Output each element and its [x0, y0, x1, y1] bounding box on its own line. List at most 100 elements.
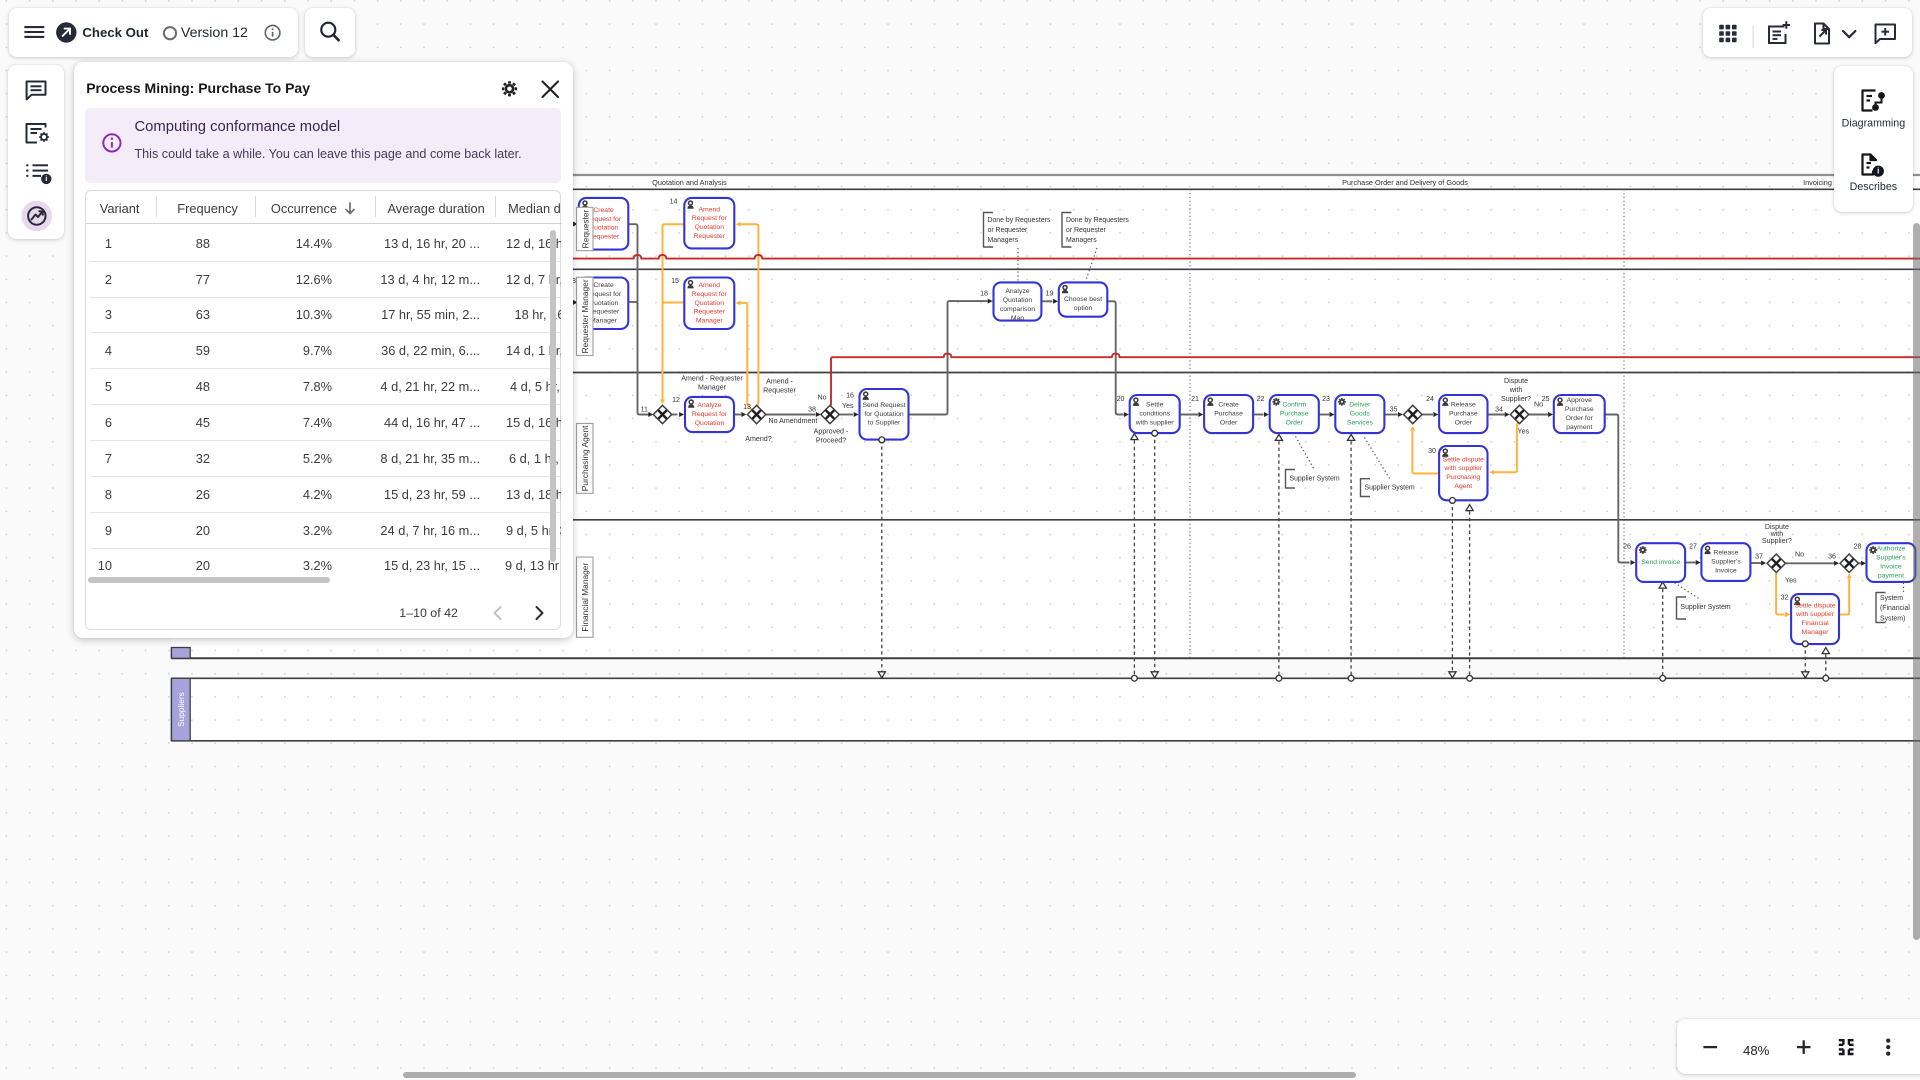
svg-text:Purchase Order and Delivery of: Purchase Order and Delivery of Goods — [1342, 178, 1468, 187]
svg-text:System): System) — [1880, 615, 1905, 622]
svg-text:No Amendment: No Amendment — [769, 417, 818, 425]
svg-text:for Quotation: for Quotation — [864, 411, 904, 418]
svg-text:Yes: Yes — [1518, 428, 1530, 436]
svg-text:Supplier?: Supplier? — [1762, 537, 1792, 545]
svg-text:Done by Requesters: Done by Requesters — [1066, 217, 1129, 224]
svg-text:Manager: Manager — [1802, 629, 1830, 636]
svg-text:Services: Services — [1347, 419, 1374, 426]
svg-text:Settle dispute: Settle dispute — [1794, 602, 1835, 609]
svg-text:Supplier's: Supplier's — [1711, 559, 1741, 566]
svg-text:Suppliers: Suppliers — [176, 692, 186, 727]
svg-text:Confirm: Confirm — [1282, 402, 1306, 409]
svg-text:Approve: Approve — [1567, 397, 1593, 404]
svg-text:Send Request: Send Request — [862, 402, 905, 409]
svg-text:20: 20 — [1117, 395, 1125, 403]
svg-text:28: 28 — [1854, 543, 1862, 551]
svg-text:option: option — [1074, 305, 1093, 312]
svg-text:Request for: Request for — [692, 291, 728, 298]
svg-text:Order: Order — [1286, 419, 1304, 426]
svg-text:or Requester: or Requester — [988, 227, 1029, 234]
svg-text:Approved -: Approved - — [814, 427, 849, 435]
svg-text:Quotation and Analysis: Quotation and Analysis — [652, 178, 727, 187]
svg-text:Diagramming: Diagramming — [1842, 118, 1906, 130]
svg-text:i: i — [1877, 167, 1879, 176]
svg-text:Purchasing Agent: Purchasing Agent — [580, 425, 590, 491]
svg-text:Supplier?: Supplier? — [1501, 395, 1531, 403]
svg-text:i: i — [45, 174, 47, 183]
svg-text:Managers: Managers — [988, 237, 1019, 244]
svg-text:Describes: Describes — [1850, 181, 1898, 193]
svg-text:Create: Create — [1218, 402, 1239, 409]
svg-text:Invoicing: Invoicing — [1803, 178, 1832, 187]
svg-text:Order: Order — [1455, 419, 1473, 426]
svg-text:23: 23 — [1322, 395, 1330, 403]
svg-text:Supplier System: Supplier System — [1290, 476, 1340, 483]
svg-text:Analyze: Analyze — [1005, 288, 1029, 295]
svg-text:Financial: Financial — [1801, 620, 1829, 627]
svg-text:Quotation: Quotation — [695, 224, 725, 231]
svg-text:Done by Requesters: Done by Requesters — [988, 217, 1051, 224]
svg-text:System: System — [1880, 595, 1903, 602]
svg-text:Dispute: Dispute — [1504, 377, 1528, 385]
svg-text:Managers: Managers — [1066, 237, 1097, 244]
svg-text:Analyze: Analyze — [697, 402, 721, 409]
svg-text:Financial Manager: Financial Manager — [580, 563, 590, 632]
svg-text:payment: payment — [1566, 424, 1592, 431]
svg-text:Quotation: Quotation — [695, 420, 725, 427]
svg-text:Amend - Requester: Amend - Requester — [681, 374, 743, 382]
svg-text:32: 32 — [1781, 593, 1789, 601]
svg-text:18: 18 — [980, 290, 988, 298]
svg-text:Create: Create — [593, 282, 614, 289]
svg-text:with: with — [1509, 386, 1523, 394]
svg-text:Requester: Requester — [763, 387, 796, 395]
svg-text:34: 34 — [1495, 406, 1503, 414]
svg-text:15: 15 — [671, 277, 679, 285]
svg-text:24: 24 — [1426, 395, 1434, 403]
svg-text:Manager: Manager — [698, 383, 727, 391]
svg-text:Yes: Yes — [1785, 576, 1797, 584]
svg-text:Amend: Amend — [699, 282, 721, 289]
svg-text:with supplier: with supplier — [1443, 465, 1483, 472]
svg-text:Amend -: Amend - — [766, 378, 793, 386]
svg-text:Deliver: Deliver — [1349, 402, 1371, 409]
svg-text:13: 13 — [743, 403, 751, 411]
svg-text:Choose best: Choose best — [1064, 296, 1102, 303]
svg-text:Authorize: Authorize — [1877, 546, 1906, 553]
svg-text:Request for: Request for — [692, 411, 728, 418]
svg-text:Release: Release — [1451, 402, 1476, 409]
svg-text:26: 26 — [1623, 543, 1631, 551]
svg-text:Purchase: Purchase — [1214, 411, 1243, 418]
svg-text:Purchasing: Purchasing — [1446, 474, 1480, 481]
svg-text:payment: payment — [1878, 572, 1904, 579]
svg-text:35: 35 — [1390, 406, 1398, 414]
svg-text:Request for: Request for — [692, 215, 728, 222]
svg-text:or Requester: or Requester — [1066, 227, 1107, 234]
svg-text:Release: Release — [1713, 550, 1738, 557]
svg-text:(Financial: (Financial — [1880, 605, 1910, 612]
svg-text:Manager: Manager — [696, 318, 724, 325]
svg-text:Invoice: Invoice — [1715, 567, 1737, 574]
svg-text:Order: Order — [1220, 419, 1238, 426]
svg-text:37: 37 — [1755, 552, 1763, 560]
svg-text:Version 12: Version 12 — [181, 26, 248, 42]
svg-text:Goods: Goods — [1350, 411, 1371, 418]
svg-text:with supplier: with supplier — [1795, 611, 1835, 618]
svg-text:Purchase: Purchase — [1565, 406, 1594, 413]
svg-text:Yes: Yes — [842, 402, 854, 410]
svg-text:with supplier: with supplier — [1135, 419, 1175, 426]
svg-text:27: 27 — [1689, 543, 1697, 551]
svg-text:Create: Create — [593, 207, 614, 214]
svg-text:Requester: Requester — [694, 309, 726, 316]
svg-text:No: No — [1534, 401, 1543, 409]
svg-text:Send invoice: Send invoice — [1641, 559, 1680, 566]
svg-text:Purchase: Purchase — [1449, 411, 1478, 418]
svg-text:22: 22 — [1257, 395, 1265, 403]
svg-text:Settle dispute: Settle dispute — [1443, 456, 1484, 463]
svg-text:Quotation: Quotation — [1003, 297, 1033, 304]
svg-text:16: 16 — [846, 392, 854, 400]
svg-text:Agent: Agent — [1454, 483, 1472, 490]
svg-text:30: 30 — [1428, 447, 1436, 455]
svg-text:Supplier's: Supplier's — [1876, 555, 1906, 562]
svg-text:Check Out: Check Out — [83, 25, 150, 40]
svg-text:Invoice: Invoice — [1880, 564, 1902, 571]
